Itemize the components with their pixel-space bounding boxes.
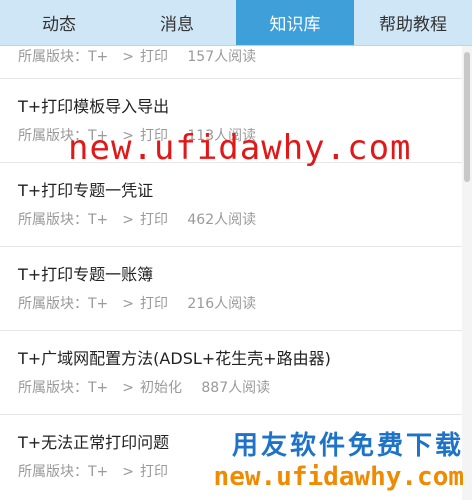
item-meta: 所属版块：T+ > 打印 — [18, 464, 169, 480]
item-meta: 所属版块：T+ > 打印 113人阅读 — [18, 128, 257, 144]
item-meta: 所属版块：T+ > 初始化 887人阅读 — [18, 380, 271, 396]
scrollbar[interactable] — [462, 46, 472, 500]
article-list: 所属版块：T+ > 打印 157人阅读 T+打印模板导入导出 所属版块：T+ > 打印 … — [0, 46, 462, 500]
list-item[interactable]: T+广域网配置方法(ADSL+花生壳+路由器) 所属版块：T+ > 初始化 887人… — [0, 331, 462, 415]
chevron-right-icon: > — [122, 380, 135, 396]
scrollbar-thumb[interactable] — [464, 52, 470, 182]
item-title[interactable]: T+打印专题一凭证 — [18, 177, 153, 201]
item-meta: 所属版块：T+ > 打印 216人阅读 — [18, 296, 257, 312]
item-meta: 所属版块：T+ > 打印 157人阅读 — [18, 49, 257, 65]
chevron-right-icon: > — [122, 49, 135, 65]
item-title[interactable]: T+打印专题一账簿 — [18, 261, 153, 285]
item-meta: 所属版块：T+ > 打印 462人阅读 — [18, 212, 257, 228]
chevron-right-icon: > — [122, 296, 135, 312]
tab-messages[interactable]: 消息 — [118, 0, 236, 45]
tab-activity[interactable]: 动态 — [0, 0, 118, 45]
list-item[interactable]: 所属版块：T+ > 打印 157人阅读 — [0, 46, 462, 79]
tab-bar: 动态 消息 知识库 帮助教程 — [0, 0, 472, 46]
list-item[interactable]: T+无法正常打印问题 所属版块：T+ > 打印 — [0, 415, 462, 500]
item-title[interactable]: T+广域网配置方法(ADSL+花生壳+路由器) — [18, 345, 331, 369]
chevron-right-icon: > — [122, 212, 135, 228]
chevron-right-icon: > — [122, 128, 135, 144]
list-item[interactable]: T+打印模板导入导出 所属版块：T+ > 打印 113人阅读 — [0, 79, 462, 163]
item-title[interactable]: T+打印模板导入导出 — [18, 93, 169, 117]
tab-help-tutorials[interactable]: 帮助教程 — [354, 0, 472, 45]
list-item[interactable]: T+打印专题一凭证 所属版块：T+ > 打印 462人阅读 — [0, 163, 462, 247]
tab-knowledge-base[interactable]: 知识库 — [236, 0, 354, 45]
list-item[interactable]: T+打印专题一账簿 所属版块：T+ > 打印 216人阅读 — [0, 247, 462, 331]
chevron-right-icon: > — [122, 464, 135, 480]
item-title[interactable]: T+无法正常打印问题 — [18, 429, 169, 453]
